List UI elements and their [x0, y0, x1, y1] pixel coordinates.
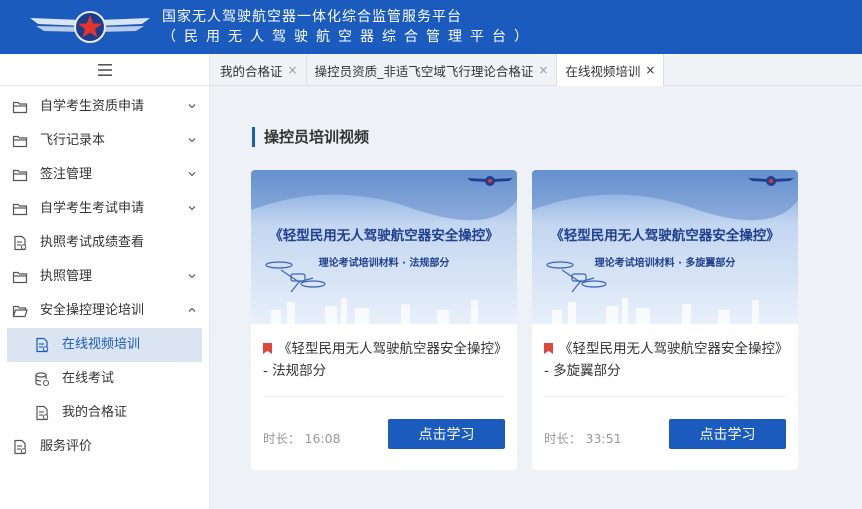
close-icon[interactable]: ×	[288, 63, 298, 77]
thumbnail-subtitle: 理论考试培训材料 · 法规部分	[319, 256, 450, 269]
video-thumbnail[interactable]: 《轻型民用无人驾驶航空器安全操控》 理论考试培训材料 · 多旋翼部分	[532, 170, 798, 324]
folder-icon	[12, 271, 28, 284]
folder-icon	[12, 135, 28, 148]
sidebar-subitem-online-exam[interactable]: 在线考试	[0, 362, 209, 396]
caac-logo-icon	[30, 11, 150, 43]
video-title-text: 《轻型民用无人驾驶航空器安全操控》 - 多旋翼部分	[544, 341, 789, 379]
duration-value: 16:08	[304, 431, 341, 446]
sidebar-subitem-label: 我的合格证	[62, 405, 128, 420]
folder-open-icon	[12, 305, 28, 318]
folder-icon	[12, 101, 28, 114]
tab-online-video[interactable]: 在线视频培训 ×	[557, 54, 665, 86]
sidebar-item-exam-apply[interactable]: 自学考生考试申请	[0, 192, 209, 226]
thumbnail-title: 《轻型民用无人驾驶航空器安全操控》	[269, 227, 499, 244]
video-thumbnail[interactable]: 《轻型民用无人驾驶航空器安全操控》 理论考试培训材料 · 法规部分	[251, 170, 517, 324]
chevron-up-icon	[188, 307, 196, 312]
tab-operator-qualification[interactable]: 操控员资质_非适飞空域飞行理论合格证 ×	[307, 54, 558, 86]
video-title-text: 《轻型民用无人驾驶航空器安全操控》 - 法规部分	[263, 341, 508, 379]
document-icon	[36, 337, 49, 353]
sidebar-item-label: 执照管理	[40, 269, 93, 284]
platform-title: 国家无人驾驶航空器一体化综合监管服务平台	[162, 9, 462, 25]
chevron-down-icon	[188, 172, 196, 177]
thumbnail-subtitle: 理论考试培训材料 · 多旋翼部分	[595, 256, 736, 269]
start-learning-button[interactable]: 点击学习	[388, 419, 505, 449]
sidebar-subitem-online-video[interactable]: 在线视频培训	[7, 328, 202, 362]
sidebar-subitem-label: 在线视频培训	[62, 337, 141, 352]
sidebar-item-service-rating[interactable]: 服务评价	[0, 430, 209, 464]
video-title: 《轻型民用无人驾驶航空器安全操控》 - 法规部分	[263, 338, 509, 382]
sidebar-item-label: 飞行记录本	[40, 133, 106, 148]
sidebar-item-exam-results[interactable]: 执照考试成绩查看	[0, 226, 209, 260]
app-header: 国家无人驾驶航空器一体化综合监管服务平台 （民用无人驾驶航空器综合管理平台）	[0, 0, 862, 54]
document-icon	[36, 405, 49, 421]
bookmark-icon	[263, 343, 272, 354]
sidebar-item-label: 执照考试成绩查看	[40, 235, 145, 250]
hamburger-icon	[97, 63, 112, 76]
video-duration: 时长： 16:08	[263, 428, 341, 447]
tab-my-certificate[interactable]: 我的合格证 ×	[212, 54, 307, 86]
chevron-down-icon	[188, 138, 196, 143]
sidebar-item-license-manage[interactable]: 执照管理	[0, 260, 209, 294]
divider	[544, 396, 786, 397]
document-icon	[14, 235, 27, 251]
chevron-down-icon	[188, 104, 196, 109]
video-duration: 时长： 33:51	[544, 428, 622, 447]
sidebar-item-qualification-apply[interactable]: 自学考生资质申请	[0, 90, 209, 124]
video-title: 《轻型民用无人驾驶航空器安全操控》 - 多旋翼部分	[544, 338, 790, 382]
sidebar: 自学考生资质申请 飞行记录本 签注管理 自学考生考试申请 执照考试成绩查看 执照…	[0, 54, 210, 509]
tab-label: 我的合格证	[220, 63, 283, 79]
sidebar-item-flight-log[interactable]: 飞行记录本	[0, 124, 209, 158]
video-card: 《轻型民用无人驾驶航空器安全操控》 理论考试培训材料 · 法规部分 《轻型民用无…	[251, 170, 517, 470]
duration-label: 时长：	[544, 431, 582, 446]
section-title: 操控员培训视频	[252, 127, 369, 147]
folder-icon	[12, 169, 28, 182]
sidebar-subitem-label: 在线考试	[62, 371, 115, 386]
sidebar-item-label: 服务评价	[40, 439, 93, 454]
tab-bar: 我的合格证 × 操控员资质_非适飞空域飞行理论合格证 × 在线视频培训 ×	[210, 54, 862, 86]
sidebar-item-label: 签注管理	[40, 167, 93, 182]
sidebar-menu: 自学考生资质申请 飞行记录本 签注管理 自学考生考试申请 执照考试成绩查看 执照…	[0, 86, 209, 464]
chevron-down-icon	[188, 274, 196, 279]
sidebar-item-label: 安全操控理论培训	[40, 303, 145, 318]
sidebar-item-label: 自学考生资质申请	[40, 99, 145, 114]
document-icon	[14, 439, 27, 455]
sidebar-item-safety-training[interactable]: 安全操控理论培训	[0, 294, 209, 328]
bookmark-icon	[544, 343, 553, 354]
database-icon	[35, 372, 50, 387]
start-learning-button[interactable]: 点击学习	[669, 419, 786, 449]
close-icon[interactable]: ×	[538, 63, 548, 77]
duration-value: 33:51	[585, 431, 622, 446]
close-icon[interactable]: ×	[645, 63, 655, 77]
platform-subtitle: （民用无人驾驶航空器综合管理平台）	[162, 29, 536, 45]
menu-toggle-button[interactable]	[0, 54, 209, 86]
divider	[263, 396, 505, 397]
sidebar-item-endorsement[interactable]: 签注管理	[0, 158, 209, 192]
tab-label: 在线视频培训	[565, 63, 641, 79]
thumbnail-title: 《轻型民用无人驾驶航空器安全操控》	[550, 227, 780, 244]
duration-label: 时长：	[263, 431, 301, 446]
tab-label: 操控员资质_非适飞空域飞行理论合格证	[314, 63, 534, 79]
video-card: 《轻型民用无人驾驶航空器安全操控》 理论考试培训材料 · 多旋翼部分 《轻型民用…	[532, 170, 798, 470]
folder-icon	[12, 203, 28, 216]
sidebar-item-label: 自学考生考试申请	[40, 201, 145, 216]
sidebar-subitem-my-certificate[interactable]: 我的合格证	[0, 396, 209, 430]
chevron-down-icon	[188, 206, 196, 211]
